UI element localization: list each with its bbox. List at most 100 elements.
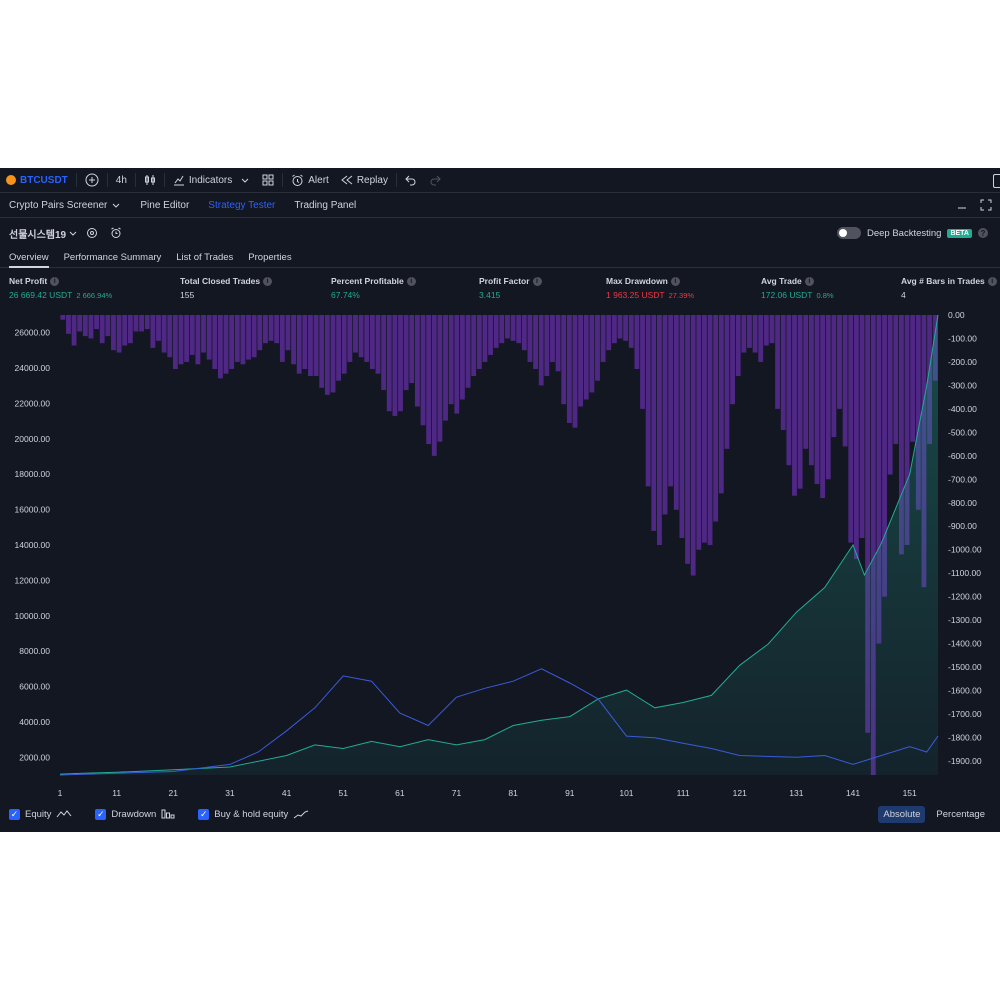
metric-percent-profitable: Percent Profitable i 67.74% <box>331 276 416 300</box>
drawdown-bar <box>240 315 246 365</box>
tab-crypto-pairs-screener[interactable]: Crypto Pairs Screener <box>0 200 121 211</box>
chevron-down-icon <box>241 178 249 183</box>
strategy-name: 선물시스템19 <box>9 229 67 241</box>
drawdown-bar <box>386 315 392 412</box>
legend-label: Drawdown <box>111 808 157 820</box>
right-axis-tick-label: -1500.00 <box>948 662 982 672</box>
drawdown-bar <box>144 315 150 330</box>
drawdown-bar <box>752 315 758 353</box>
legend-equity[interactable]: ✓ Equity <box>9 808 72 820</box>
metric-label: Profit Factor <box>479 276 530 286</box>
compare-add-button[interactable] <box>79 168 105 192</box>
left-axis-tick-label: 2000.00 <box>19 752 50 762</box>
absolute-button[interactable]: Absolute <box>878 805 926 823</box>
drawdown-bar <box>606 315 612 351</box>
divider <box>106 173 108 187</box>
metric-label-row: Avg # Bars in Trades i <box>901 276 997 286</box>
drawdown-bar <box>707 315 713 545</box>
right-axis-tick-label: -1100.00 <box>948 568 981 578</box>
checkbox-checked-icon[interactable]: ✓ <box>9 808 20 820</box>
undo-button[interactable] <box>399 168 423 192</box>
info-icon[interactable]: i <box>532 276 542 286</box>
rewind-icon <box>341 175 353 185</box>
x-axis-tick-label: 91 <box>565 788 575 798</box>
info-icon[interactable]: i <box>263 276 273 286</box>
drawdown-bar <box>437 315 443 442</box>
metric-avg-bars-in-trades: Avg # Bars in Trades i 4 <box>901 276 997 300</box>
tab-strategy-tester[interactable]: Strategy Tester <box>199 200 275 211</box>
indicators-icon <box>173 175 184 186</box>
legend-drawdown[interactable]: ✓ Drawdown <box>95 808 175 820</box>
replay-button[interactable]: Replay <box>335 168 394 192</box>
metric-sub: 0.8% <box>816 291 834 300</box>
help-icon[interactable]: ? <box>978 228 988 238</box>
metric-value-row: 155 <box>180 290 272 300</box>
legend-buy-hold[interactable]: ✓ Buy & hold equity <box>198 808 309 820</box>
redo-button[interactable] <box>423 168 447 192</box>
divider <box>282 173 284 187</box>
alert-button[interactable]: Alert <box>285 168 335 192</box>
drawdown-bar <box>510 315 516 341</box>
drawdown-bar <box>195 315 201 365</box>
info-icon[interactable]: i <box>406 276 416 286</box>
layout-button[interactable] <box>993 174 1000 188</box>
drawdown-bar <box>516 315 522 344</box>
tab-properties[interactable]: Properties <box>248 247 291 267</box>
metric-value-row: 26 669.42 USDT 2 666.94% <box>9 290 112 300</box>
drawdown-bar <box>527 315 533 362</box>
add-alert-icon[interactable] <box>110 227 122 239</box>
info-icon[interactable]: i <box>670 276 680 286</box>
tab-overview[interactable]: Overview <box>9 247 49 268</box>
equity-line-icon <box>57 810 72 818</box>
checkbox-checked-icon[interactable]: ✓ <box>198 808 210 820</box>
equity-chart[interactable]: 26000.0024000.0022000.0020000.0018000.00… <box>0 308 1000 808</box>
drawdown-bar <box>381 315 387 391</box>
drawdown-bar <box>217 315 223 379</box>
percentage-button[interactable]: Percentage <box>931 806 990 823</box>
tab-list-of-trades[interactable]: List of Trades <box>176 247 233 267</box>
right-axis-tick-label: -1900.00 <box>948 756 982 766</box>
drawdown-bar <box>611 315 617 344</box>
drawdown-bar <box>184 315 190 362</box>
drawdown-bar <box>566 315 572 423</box>
drawdown-bar <box>550 315 555 362</box>
tab-pine-editor[interactable]: Pine Editor <box>131 200 189 211</box>
drawdown-bar <box>696 315 702 550</box>
drawdown-bar <box>336 315 342 381</box>
info-icon[interactable]: i <box>50 276 60 286</box>
metric-value-row: 67.74% <box>331 290 416 300</box>
legend-label: Equity <box>25 808 52 820</box>
right-axis-tick-label: -1000.00 <box>948 545 982 555</box>
indicators-button[interactable]: Indicators <box>167 168 256 192</box>
maximize-icon[interactable] <box>980 199 992 211</box>
replay-label: Replay <box>356 174 388 186</box>
drawdown-bar <box>837 315 842 409</box>
chart-type-button[interactable] <box>138 168 162 192</box>
strategy-selector[interactable]: 선물시스템19 <box>9 226 78 241</box>
metric-label-row: Percent Profitable i <box>331 276 416 286</box>
drawdown-bar <box>88 315 94 339</box>
drawdown-bar <box>156 315 161 341</box>
x-axis-tick-label: 21 <box>169 788 179 798</box>
info-icon[interactable]: i <box>987 276 997 286</box>
info-icon[interactable]: i <box>804 276 814 286</box>
drawdown-bar <box>420 315 426 426</box>
right-axis-tick-label: 0.00 <box>948 310 965 320</box>
drawdown-bar <box>471 315 477 377</box>
alert-label: Alert <box>308 174 329 186</box>
settings-icon[interactable] <box>86 227 98 239</box>
drawdown-bar <box>623 315 629 341</box>
symbol-search[interactable]: BTCUSDT <box>0 168 74 192</box>
drawdown-bar <box>533 315 538 369</box>
tab-trading-panel[interactable]: Trading Panel <box>285 200 356 211</box>
checkbox-checked-icon[interactable]: ✓ <box>95 808 107 820</box>
drawdown-bar <box>718 315 724 494</box>
deep-backtesting-toggle[interactable] <box>836 227 861 239</box>
minimize-icon[interactable] <box>956 199 968 211</box>
interval-button[interactable]: 4h <box>110 168 133 192</box>
drawdown-bar <box>229 315 235 369</box>
tab-performance-summary[interactable]: Performance Summary <box>64 247 162 267</box>
drawdown-bar <box>735 315 741 377</box>
templates-button[interactable] <box>256 168 280 192</box>
drawdown-bar <box>150 315 156 348</box>
